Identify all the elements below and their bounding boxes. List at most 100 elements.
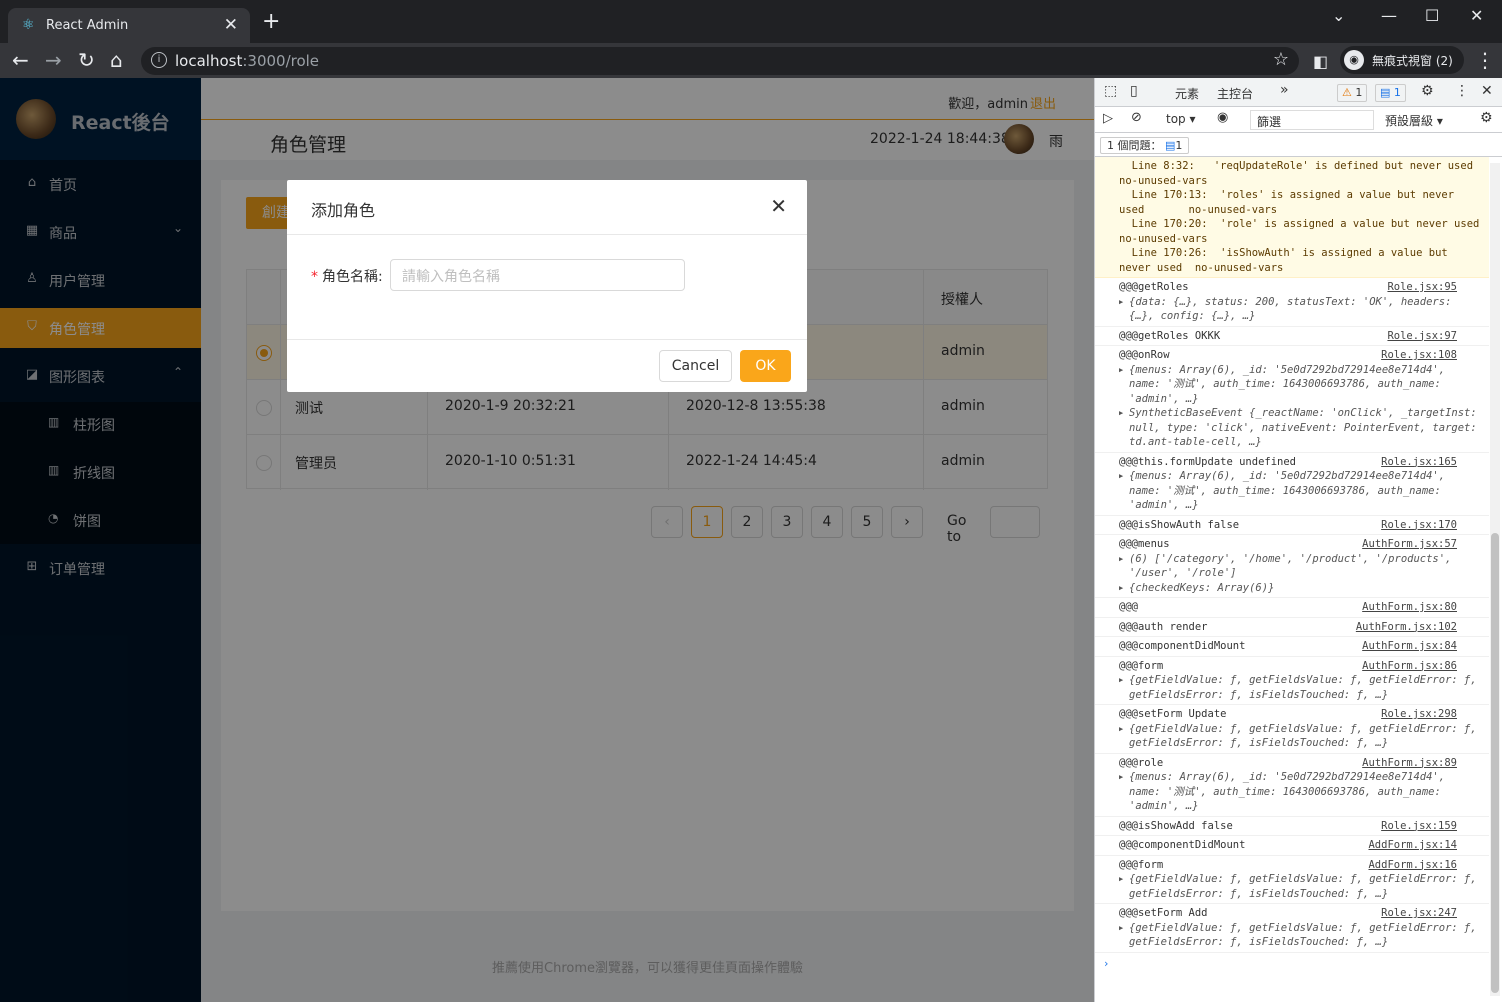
sidebar-toggle-icon[interactable]: ▷ <box>1103 111 1113 126</box>
log-source-link[interactable]: AuthForm.jsx:89 <box>1362 756 1457 771</box>
react-icon: ⚛ <box>22 17 35 33</box>
tab-search-icon[interactable]: ⌄ <box>1332 6 1345 25</box>
log-source-link[interactable]: Role.jsx:298 <box>1381 707 1457 722</box>
role-name-input[interactable]: 請輸入角色名稱 <box>390 259 685 291</box>
log-object[interactable]: {getFieldValue: ƒ, getFieldsValue: ƒ, ge… <box>1119 872 1481 901</box>
site-info-icon[interactable]: i <box>151 52 167 68</box>
console-scroll-thumb[interactable] <box>1491 533 1499 993</box>
log-levels-select[interactable]: 預設層級 ▾ <box>1385 112 1443 129</box>
console-log-entry[interactable]: @@@setForm AddRole.jsx:247{getFieldValue… <box>1095 904 1489 953</box>
incognito-icon: ◉ <box>1344 50 1364 70</box>
console-log-entry[interactable]: @@@setForm UpdateRole.jsx:298{getFieldVa… <box>1095 705 1489 754</box>
bookmark-star-icon[interactable]: ☆ <box>1273 49 1289 70</box>
log-source-link[interactable]: AuthForm.jsx:57 <box>1362 537 1457 552</box>
log-source-link[interactable]: AuthForm.jsx:80 <box>1362 600 1457 615</box>
log-object[interactable]: {getFieldValue: ƒ, getFieldsValue: ƒ, ge… <box>1119 921 1481 950</box>
window-close-icon[interactable]: ✕ <box>1470 6 1483 25</box>
clear-console-icon[interactable]: ⊘ <box>1131 110 1142 125</box>
browser-titlebar: ⚛ React Admin ✕ + ⌄ — ☐ ✕ <box>0 0 1502 43</box>
log-source-link[interactable]: Role.jsx:247 <box>1381 906 1457 921</box>
modal-header: 添加角色 ✕ <box>287 180 807 235</box>
console-log-entry[interactable]: @@@menusAuthForm.jsx:57(6) ['/category',… <box>1095 535 1489 598</box>
console-log-entry[interactable]: @@@onRowRole.jsx:108{menus: Array(6), _i… <box>1095 346 1489 453</box>
devtools-panel: ⬚ ▯ 元素 主控台 » ⚠ 1 ▤ 1 ⚙ ⋮ ✕ ▷ ⊘ top ▾ ◉ 篩… <box>1094 78 1502 1002</box>
warning-badge[interactable]: ⚠ 1 <box>1337 84 1368 102</box>
console-log-entry[interactable]: @@@componentDidMount AddForm.jsx:14 <box>1095 836 1489 856</box>
console-settings-icon[interactable]: ⚙ <box>1480 110 1493 126</box>
log-source-link[interactable]: AuthForm.jsx:86 <box>1362 659 1457 674</box>
log-source-link[interactable]: Role.jsx:165 <box>1381 455 1457 470</box>
address-bar-row: ← → ↻ ⌂ i localhost:3000/role ☆ ◧ ◉ 無痕式視… <box>0 43 1502 78</box>
reload-icon[interactable]: ↻ <box>78 48 95 72</box>
log-object[interactable]: {getFieldValue: ƒ, getFieldsValue: ƒ, ge… <box>1119 673 1481 702</box>
back-icon[interactable]: ← <box>12 48 29 72</box>
log-object[interactable]: {getFieldValue: ƒ, getFieldsValue: ƒ, ge… <box>1119 722 1481 751</box>
console-log-entry[interactable]: @@@roleAuthForm.jsx:89{menus: Array(6), … <box>1095 754 1489 817</box>
devtools-tabbar: ⬚ ▯ 元素 主控台 » ⚠ 1 ▤ 1 ⚙ ⋮ ✕ <box>1095 78 1502 109</box>
device-toolbar-icon[interactable]: ▯ <box>1130 83 1138 99</box>
omnibox[interactable]: i localhost:3000/role ☆ <box>141 47 1299 75</box>
console-log-entry[interactable]: @@@getRoles OKKK Role.jsx:97 <box>1095 327 1489 346</box>
kebab-icon[interactable]: ⋮ <box>1455 83 1469 99</box>
log-object[interactable]: (6) ['/category', '/home', '/product', '… <box>1119 552 1481 581</box>
log-source-link[interactable]: Role.jsx:159 <box>1381 819 1457 834</box>
role-name-label: * 角色名稱: <box>311 269 383 285</box>
log-object[interactable]: {data: {…}, status: 200, statusText: 'OK… <box>1119 295 1481 324</box>
log-object[interactable]: {checkedKeys: Array(6)} <box>1119 581 1481 596</box>
forward-icon[interactable]: → <box>45 48 62 72</box>
modal-title: 添加角色 <box>311 201 376 220</box>
context-select[interactable]: top ▾ <box>1166 112 1196 126</box>
log-source-link[interactable]: Role.jsx:95 <box>1387 280 1457 295</box>
console-log-entry[interactable]: @@@componentDidMount AuthForm.jsx:84 <box>1095 637 1489 657</box>
modal-mask-sidebar[interactable] <box>0 78 201 1002</box>
console-log-entry[interactable]: @@@getRolesRole.jsx:95{data: {…}, status… <box>1095 278 1489 327</box>
new-tab-icon[interactable]: + <box>262 11 280 33</box>
issue-icon: ▤ <box>1165 139 1176 152</box>
log-source-link[interactable]: Role.jsx:170 <box>1381 518 1457 533</box>
log-source-link[interactable]: AuthForm.jsx:102 <box>1356 620 1457 635</box>
ok-button[interactable]: OK <box>740 350 791 382</box>
log-object[interactable]: SyntheticBaseEvent {_reactName: 'onClick… <box>1119 406 1481 450</box>
console-log-entry[interactable]: @@@formAddForm.jsx:16{getFieldValue: ƒ, … <box>1095 856 1489 904</box>
console-log-entry[interactable]: @@@isShowAdd false Role.jsx:159 <box>1095 817 1489 836</box>
warning-icon: ⚠ <box>1342 86 1352 99</box>
log-object[interactable]: {menus: Array(6), _id: '5e0d7292bd72914e… <box>1119 770 1481 814</box>
tab-close-icon[interactable]: ✕ <box>224 15 238 35</box>
inspect-icon[interactable]: ⬚ <box>1104 83 1117 99</box>
more-tabs-icon[interactable]: » <box>1280 82 1289 98</box>
log-source-link[interactable]: AuthForm.jsx:84 <box>1362 639 1457 654</box>
required-mark: * <box>311 269 318 285</box>
incognito-badge[interactable]: ◉ 無痕式視窗 (2) <box>1340 46 1464 74</box>
console-log-entry[interactable]: @@@auth render AuthForm.jsx:102 <box>1095 618 1489 637</box>
issues-pill[interactable]: 1 個問題： ▤1 <box>1100 137 1190 154</box>
home-icon[interactable]: ⌂ <box>110 48 123 72</box>
tab-elements[interactable]: 元素 <box>1175 85 1199 102</box>
close-icon[interactable]: ✕ <box>770 194 787 218</box>
cancel-button[interactable]: Cancel <box>659 350 732 382</box>
console-log-entry[interactable]: @@@this.formUpdate undefined Role.jsx:165… <box>1095 453 1489 516</box>
log-object[interactable]: {menus: Array(6), _id: '5e0d7292bd72914e… <box>1119 363 1481 407</box>
add-role-modal: 添加角色 ✕ * 角色名稱: 請輸入角色名稱 Cancel OK <box>287 180 807 392</box>
browser-tab[interactable]: ⚛ React Admin ✕ <box>8 8 250 43</box>
console-filter-input[interactable]: 篩選 <box>1250 110 1374 130</box>
issues-bar: 1 個問題： ▤1 <box>1095 133 1502 157</box>
settings-gear-icon[interactable]: ⚙ <box>1421 83 1434 99</box>
info-badge[interactable]: ▤ 1 <box>1375 84 1406 102</box>
menu-kebab-icon[interactable]: ⋮ <box>1475 48 1495 72</box>
log-object[interactable]: {menus: Array(6), _id: '5e0d7292bd72914e… <box>1119 469 1481 513</box>
devtools-close-icon[interactable]: ✕ <box>1481 83 1493 99</box>
minimize-icon[interactable]: — <box>1381 6 1397 25</box>
eye-icon[interactable]: ◉ <box>1217 110 1228 125</box>
console-log-entry[interactable]: @@@formAuthForm.jsx:86{getFieldValue: ƒ,… <box>1095 657 1489 705</box>
console-log-entry[interactable]: @@@ AuthForm.jsx:80 <box>1095 598 1489 618</box>
log-source-link[interactable]: AddForm.jsx:16 <box>1368 858 1457 873</box>
console-prompt-icon[interactable]: › <box>1095 953 1489 976</box>
log-source-link[interactable]: Role.jsx:108 <box>1381 348 1457 363</box>
side-panel-icon[interactable]: ◧ <box>1313 50 1328 74</box>
console-log-entry[interactable]: @@@isShowAuth false Role.jsx:170 <box>1095 516 1489 535</box>
log-source-link[interactable]: Role.jsx:97 <box>1387 329 1457 344</box>
maximize-icon[interactable]: ☐ <box>1425 6 1439 25</box>
log-source-link[interactable]: AddForm.jsx:14 <box>1368 838 1457 853</box>
eslint-warning: Line 8:32: 'reqUpdateRole' is defined bu… <box>1095 157 1489 278</box>
tab-console[interactable]: 主控台 <box>1217 85 1254 109</box>
